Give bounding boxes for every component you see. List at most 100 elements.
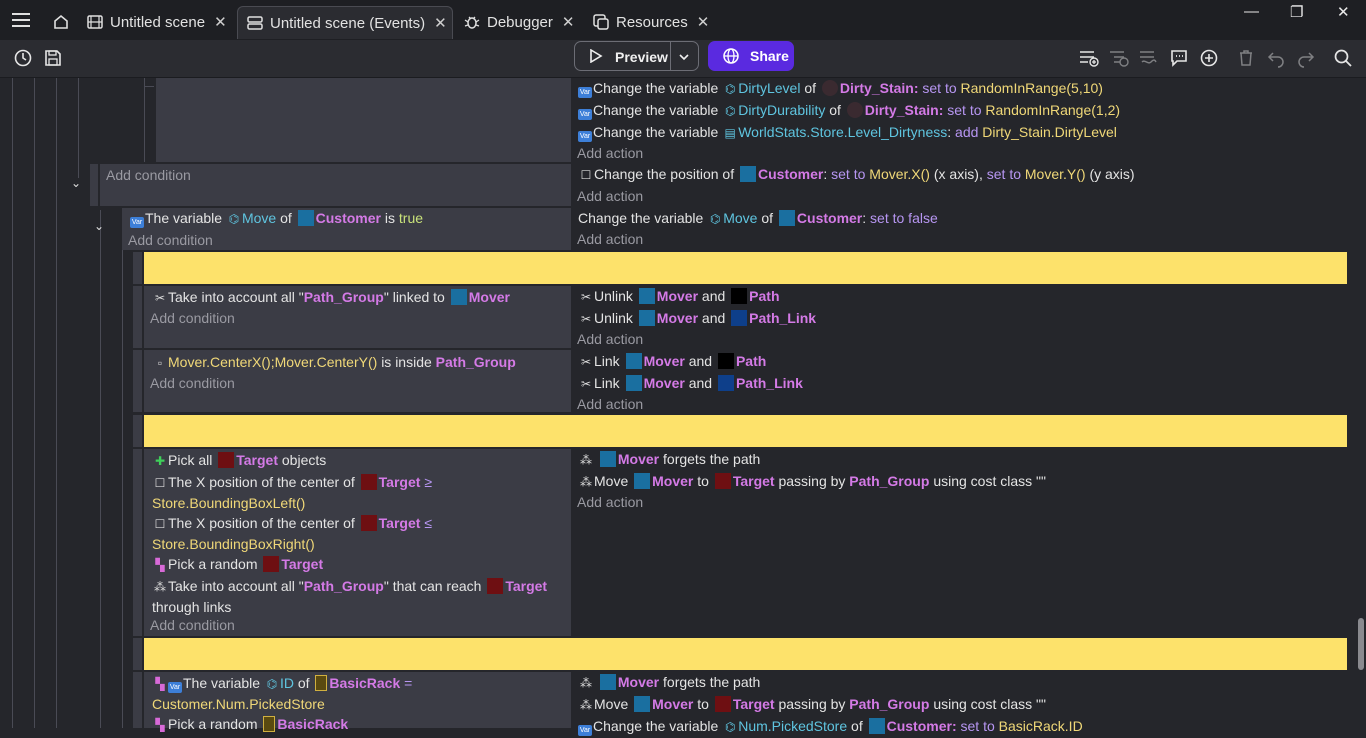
undo-icon[interactable] (1265, 47, 1287, 69)
target-icon (360, 474, 377, 490)
delete-icon[interactable] (1235, 47, 1257, 69)
close-icon[interactable]: ✕ (562, 13, 575, 31)
chevron-down-icon[interactable] (678, 50, 690, 66)
add-action-link[interactable]: Add action (577, 231, 643, 247)
condition-row[interactable]: Var The variable ⌬ Move of Customer is tru… (130, 208, 423, 230)
film-icon (86, 13, 104, 31)
condition-row[interactable]: ✂ Take into account all "Path_Group" link… (152, 287, 510, 309)
action-row[interactable]: ⁂ Mover forgets the path (578, 672, 760, 694)
add-event-icon[interactable] (1078, 47, 1100, 69)
target-icon (218, 452, 235, 468)
hamburger-menu-icon[interactable] (10, 9, 32, 31)
comment-gutter (133, 252, 142, 284)
action-row[interactable]: Var Change the variable ⌬ Num.PickedStore … (578, 716, 1083, 738)
pick-random-icon: ▚ (155, 677, 165, 691)
close-icon[interactable]: ✕ (697, 13, 710, 31)
action-row[interactable]: ✂ Unlink Mover and Path (578, 286, 780, 308)
globe-icon (722, 47, 740, 68)
condition-row[interactable]: ▚ Pick a random BasicRack (152, 714, 348, 736)
event-gutter (133, 449, 142, 636)
event-gutter (133, 672, 142, 728)
condition-row[interactable]: ✚ Pick all Target objects (152, 450, 326, 472)
action-row[interactable]: ☐ Change the position of Customer: set to… (578, 164, 1135, 186)
tab-events[interactable]: Untitled scene (Events) ✕ (237, 6, 453, 39)
add-condition-link[interactable]: Add condition (106, 167, 191, 183)
add-action-link[interactable]: Add action (577, 331, 643, 347)
minimize-icon[interactable]: — (1244, 3, 1259, 20)
tree-guide (78, 78, 79, 178)
pathfinding-icon: ⁂ (154, 580, 166, 594)
add-condition-link[interactable]: Add condition (150, 375, 235, 391)
action-row[interactable]: ⁂ Mover forgets the path (578, 449, 760, 471)
tab-home[interactable] (44, 6, 74, 38)
share-button[interactable]: Share (708, 41, 794, 71)
vertical-scrollbar[interactable] (1358, 618, 1364, 670)
customer-icon (740, 166, 756, 182)
close-icon[interactable]: ✕ (214, 13, 227, 31)
object-variable-icon: ⌬ (709, 212, 721, 226)
action-row[interactable]: Var Change the variable ▤ WorldStats.Store… (578, 122, 1117, 144)
close-icon[interactable]: ✕ (434, 14, 447, 32)
condition-row[interactable]: ▫ Mover.CenterX();Mover.CenterY() is insi… (152, 352, 516, 374)
condition-row[interactable]: ▚ Pick a random Target (152, 554, 323, 576)
pointer-inside-icon: ▫ (157, 356, 163, 370)
add-condition-link[interactable]: Add condition (150, 310, 235, 326)
tab-scene[interactable]: Untitled scene ✕ (78, 6, 233, 38)
chevron-down-icon[interactable]: ⌄ (71, 176, 81, 190)
action-row[interactable]: ✂ Unlink Mover and Path_Link (578, 308, 816, 330)
add-icon[interactable] (1198, 47, 1220, 69)
save-icon[interactable] (42, 47, 64, 69)
event-gutter (133, 350, 142, 412)
action-row[interactable]: ✂ Link Mover and Path_Link (578, 373, 803, 395)
tab-resources[interactable]: Resources ✕ (584, 6, 709, 38)
target-icon (714, 473, 731, 489)
comment-gutter (133, 415, 142, 447)
condition-row[interactable]: ☐ The X position of the center of Target … (152, 513, 562, 553)
search-icon[interactable] (1332, 47, 1354, 69)
window-close-icon[interactable]: ✕ (1337, 3, 1350, 21)
redo-icon[interactable] (1295, 47, 1317, 69)
comment[interactable] (144, 252, 1347, 284)
mover-icon (638, 288, 655, 304)
condition-row[interactable]: ▚ Var The variable ⌬ ID of BasicRack = Cust… (152, 673, 562, 713)
preview-button[interactable]: Preview (574, 41, 699, 71)
path-link-icon (717, 375, 734, 391)
preview-label: Preview (615, 49, 668, 65)
restore-icon[interactable]: ❐ (1290, 3, 1303, 21)
pathfinding-icon: ⁂ (580, 475, 592, 489)
action-row[interactable]: Var Change the variable ⌬ DirtyLevel of Di… (578, 78, 1103, 100)
add-action-link[interactable]: Add action (577, 145, 643, 161)
action-row[interactable]: ✂ Link Mover and Path (578, 351, 766, 373)
event-gutter (90, 164, 98, 206)
add-comment-icon[interactable] (1168, 47, 1190, 69)
add-action-link[interactable]: Add action (577, 188, 643, 204)
add-group-icon[interactable] (1138, 47, 1160, 69)
action-row[interactable]: Change the variable ⌬ Move of Customer: s… (578, 208, 938, 230)
events-sheet: Var Change the variable ⌬ DirtyLevel of Di… (0, 78, 1366, 736)
condition-row[interactable]: ⁂ Take into account all "Path_Group" that… (152, 576, 562, 616)
add-action-link[interactable]: Add action (577, 396, 643, 412)
comment[interactable] (144, 415, 1347, 447)
event-conditions[interactable] (156, 78, 571, 162)
add-condition-link[interactable]: Add condition (150, 617, 235, 633)
mover-icon (638, 310, 655, 326)
resources-icon (592, 13, 610, 31)
tab-debugger[interactable]: Debugger ✕ (455, 6, 580, 38)
action-row[interactable]: ⁂ Move Mover to Target passing by Path_Gr… (578, 471, 1046, 493)
events-icon (246, 14, 264, 32)
condition-row[interactable]: ☐ The X position of the center of Target … (152, 472, 562, 512)
add-subevent-icon[interactable] (1108, 47, 1130, 69)
link-icon: ✂ (154, 291, 166, 305)
action-row[interactable]: ⁂ Move Mover to Target passing by Path_Gr… (578, 694, 1046, 716)
add-action-link[interactable]: Add action (577, 494, 643, 510)
object-variable-icon: ⌬ (266, 677, 278, 691)
action-row[interactable]: Var Change the variable ⌬ DirtyDurability … (578, 100, 1120, 122)
chevron-down-icon[interactable]: ⌄ (94, 219, 104, 233)
mover-icon (634, 696, 651, 712)
target-icon (487, 578, 504, 594)
add-condition-link[interactable]: Add condition (128, 232, 213, 248)
target-icon (714, 696, 731, 712)
tree-guide (34, 78, 35, 728)
comment[interactable] (144, 638, 1347, 670)
history-icon[interactable] (12, 47, 34, 69)
